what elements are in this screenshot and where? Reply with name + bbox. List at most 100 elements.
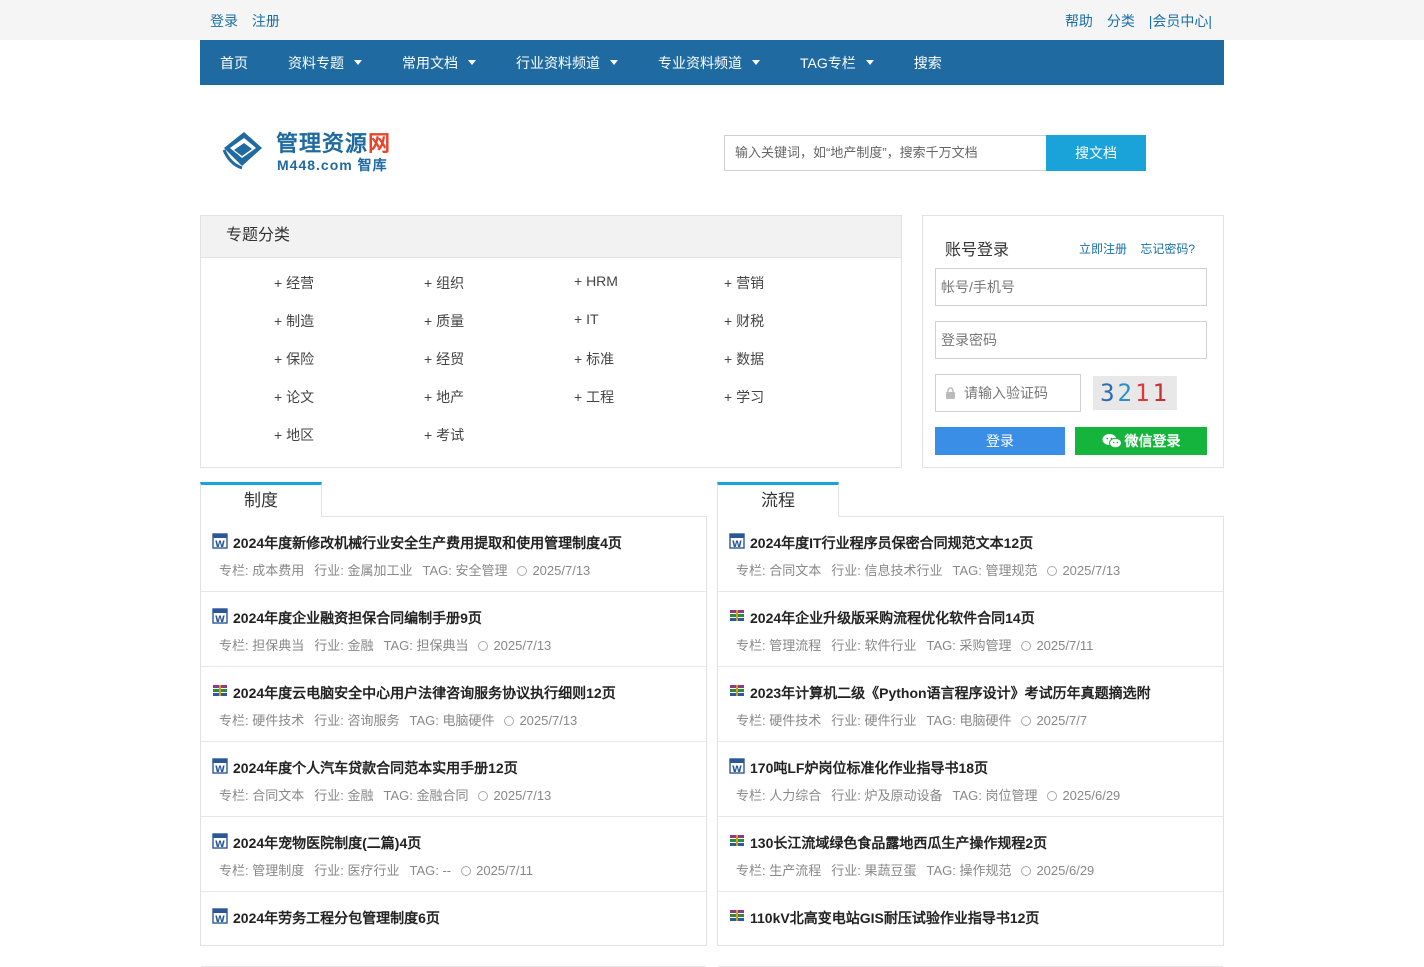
list-item[interactable]: W 2024年度IT行业程序员保密合同规范文本12页专栏: 合同文本 行业: 信息技… xyxy=(718,517,1223,592)
category-link[interactable]: + 保险 xyxy=(274,349,314,369)
category-link[interactable]: + 地区 xyxy=(274,425,314,445)
login-panel: 账号登录 立即注册 忘记密码? 帐号/手机号 登录密码 请输入验证码 3211 … xyxy=(922,215,1224,468)
captcha-input[interactable]: 请输入验证码 xyxy=(935,374,1081,412)
clock-icon xyxy=(478,641,489,651)
doc-title-link[interactable]: 2024年企业升级版采购流程优化软件合同14页 xyxy=(750,608,1035,628)
nav-item-docs[interactable]: 常用文档 xyxy=(402,53,476,73)
list-item[interactable]: 2023年计算机二级《Python语言程序设计》考试历年真题摘选附 专栏: 硬件技… xyxy=(718,667,1223,742)
nav-item-topics[interactable]: 资料专题 xyxy=(288,53,362,73)
category-link[interactable]: + 标准 xyxy=(574,349,614,369)
chevron-down-icon xyxy=(610,60,618,65)
search-input[interactable]: 输入关键词，如“地产制度”，搜索千万文档 xyxy=(724,135,1046,171)
doc-column: 专栏: 生产流程 xyxy=(736,863,822,878)
doc-title-link[interactable]: 2024年劳务工程分包管理制度6页 xyxy=(233,908,440,928)
search-button[interactable]: 搜文档 xyxy=(1046,135,1146,171)
doc-title-link[interactable]: 2024年宠物医院制度(二篇)4页 xyxy=(233,833,421,853)
list-item[interactable]: 130长江流域绿色食品露地西瓜生产操作规程2页专栏: 生产流程 行业: 果蔬豆蛋 T… xyxy=(718,817,1223,892)
wechat-login-button[interactable]: 微信登录 xyxy=(1075,427,1207,455)
category-link[interactable]: + 考试 xyxy=(424,425,464,445)
category-link[interactable]: + 制造 xyxy=(274,311,314,331)
svg-text:W: W xyxy=(215,840,225,849)
top-left-links: 登录 注册 xyxy=(210,11,290,31)
site-logo[interactable]: 管理资源网 M448.com 智库 xyxy=(220,124,420,174)
doc-title-link[interactable]: 130长江流域绿色食品露地西瓜生产操作规程2页 xyxy=(750,833,1047,853)
doc-meta: 专栏: 管理流程 行业: 软件行业 TAG: 采购管理 2025/7/11 xyxy=(736,635,1103,654)
doc-industry: 行业: 医疗行业 xyxy=(314,863,400,878)
doc-title-link[interactable]: 2024年度IT行业程序员保密合同规范文本12页 xyxy=(750,533,1033,553)
doc-date: 2025/6/29 xyxy=(1036,863,1095,878)
doc-title-link[interactable]: 170吨LF炉岗位标准化作业指导书18页 xyxy=(750,758,988,778)
doc-date: 2025/7/13 xyxy=(1062,563,1121,578)
doc-meta: 专栏: 生产流程 行业: 果蔬豆蛋 TAG: 操作规范 2025/6/29 xyxy=(736,860,1104,879)
category-link[interactable]: 分类 xyxy=(1107,13,1135,29)
category-link[interactable]: + 组织 xyxy=(424,273,464,293)
clock-icon xyxy=(1047,791,1058,801)
doc-date: 2025/7/13 xyxy=(519,713,578,728)
register-link[interactable]: 注册 xyxy=(252,13,280,29)
list-item[interactable]: 2024年企业升级版采购流程优化软件合同14页专栏: 管理流程 行业: 软件行业 T… xyxy=(718,592,1223,667)
category-link[interactable]: + 论文 xyxy=(274,387,314,407)
chevron-down-icon xyxy=(752,60,760,65)
clock-icon xyxy=(517,566,528,576)
category-link[interactable]: + IT xyxy=(574,311,599,327)
category-link[interactable]: + 地产 xyxy=(424,387,464,407)
captcha-image[interactable]: 3211 xyxy=(1093,376,1177,410)
doc-tag: TAG: 金融合同 xyxy=(383,788,469,803)
list-item[interactable]: 110kV北高变电站GIS耐压试验作业指导书12页 xyxy=(718,892,1223,967)
list-item[interactable]: W 170吨LF炉岗位标准化作业指导书18页 专栏: 人力综合 行业: 炉及原动设备 T… xyxy=(718,742,1223,817)
list-item[interactable]: W 2024年度新修改机械行业安全生产费用提取和使用管理制度4页 专栏: 成本费用行… xyxy=(201,517,706,592)
doc-meta: 专栏: 人力综合 行业: 炉及原动设备 TAG: 岗位管理 2025/6/29 xyxy=(736,785,1130,804)
top-right-links: 帮助 分类 |会员中心| xyxy=(1055,11,1212,31)
list-item[interactable]: W 2024年宠物医院制度(二篇)4页 专栏: 管理制度 行业: 医疗行业 TAG: -… xyxy=(201,817,706,892)
doc-industry: 行业: 果蔬豆蛋 xyxy=(831,863,917,878)
category-link[interactable]: + 工程 xyxy=(574,387,614,407)
category-link[interactable]: + 质量 xyxy=(424,311,464,331)
doc-title-link[interactable]: 2024年度云电脑安全中心用户法律咨询服务协议执行细则12页 xyxy=(233,683,616,703)
tab-regulations[interactable]: 制度 xyxy=(200,482,322,517)
top-bar: 登录 注册 帮助 分类 |会员中心| xyxy=(0,0,1424,40)
login-button[interactable]: 登录 xyxy=(935,427,1065,455)
register-now-link[interactable]: 立即注册 xyxy=(1079,242,1127,256)
nav-item-search[interactable]: 搜索 xyxy=(914,53,942,73)
forgot-password-link[interactable]: 忘记密码? xyxy=(1140,242,1195,256)
nav-item-tag[interactable]: TAG专栏 xyxy=(800,53,874,73)
category-link[interactable]: + 营销 xyxy=(724,273,764,293)
word-doc-icon: W xyxy=(729,533,745,550)
doc-title-link[interactable]: 2024年度企业融资担保合同编制手册9页 xyxy=(233,608,482,628)
doc-date: 2025/7/13 xyxy=(532,563,591,578)
wechat-icon xyxy=(1102,434,1122,449)
nav-item-professional[interactable]: 专业资料频道 xyxy=(658,53,760,73)
doc-column: 专栏: 合同文本 xyxy=(219,788,305,803)
category-link[interactable]: + 数据 xyxy=(724,349,764,369)
member-center-link[interactable]: |会员中心| xyxy=(1149,13,1212,29)
doc-title-link[interactable]: 2023年计算机二级《Python语言程序设计》考试历年真题摘选附 xyxy=(750,683,1151,703)
nav-label: TAG专栏 xyxy=(800,54,856,71)
password-input[interactable]: 登录密码 xyxy=(935,321,1207,359)
nav-item-home[interactable]: 首页 xyxy=(220,53,248,73)
list-item[interactable]: W 2024年劳务工程分包管理制度6页 xyxy=(201,892,706,967)
list-item[interactable]: W 2024年度个人汽车贷款合同范本实用手册12页 专栏: 合同文本 行业: 金融 TA… xyxy=(201,742,706,817)
chevron-down-icon xyxy=(865,60,874,65)
list-item[interactable]: W 2024年度企业融资担保合同编制手册9页 专栏: 担保典当 行业: 金融 TAG: … xyxy=(201,592,706,667)
nav-item-industry[interactable]: 行业资料频道 xyxy=(516,53,618,73)
doc-title-link[interactable]: 110kV北高变电站GIS耐压试验作业指导书12页 xyxy=(750,908,1039,928)
doc-column: 专栏: 人力综合 xyxy=(736,788,822,803)
account-input[interactable]: 帐号/手机号 xyxy=(935,268,1207,306)
category-link[interactable]: + 经贸 xyxy=(424,349,464,369)
tab-processes[interactable]: 流程 xyxy=(717,482,839,517)
doc-tag: TAG: 电脑硬件 xyxy=(409,713,495,728)
login-link[interactable]: 登录 xyxy=(210,13,238,29)
category-link[interactable]: + HRM xyxy=(574,273,618,289)
doc-industry: 行业: 信息技术行业 xyxy=(831,563,943,578)
doc-tag: TAG: 岗位管理 xyxy=(952,788,1038,803)
doc-title-link[interactable]: 2024年度个人汽车贷款合同范本实用手册12页 xyxy=(233,758,518,778)
doc-title-link[interactable]: 2024年度新修改机械行业安全生产费用提取和使用管理制度4页 xyxy=(233,533,622,553)
doc-meta: 专栏: 合同文本 行业: 信息技术行业 TAG: 管理规范 2025/7/13 xyxy=(736,560,1130,579)
list-item[interactable]: 2024年度云电脑安全中心用户法律咨询服务协议执行细则12页 专栏: 硬件技术 行业… xyxy=(201,667,706,742)
doc-date: 2025/7/11 xyxy=(476,863,533,878)
category-link[interactable]: + 学习 xyxy=(724,387,764,407)
category-link[interactable]: + 财税 xyxy=(724,311,764,331)
clock-icon xyxy=(1021,641,1032,651)
category-link[interactable]: + 经营 xyxy=(274,273,314,293)
help-link[interactable]: 帮助 xyxy=(1065,13,1093,29)
